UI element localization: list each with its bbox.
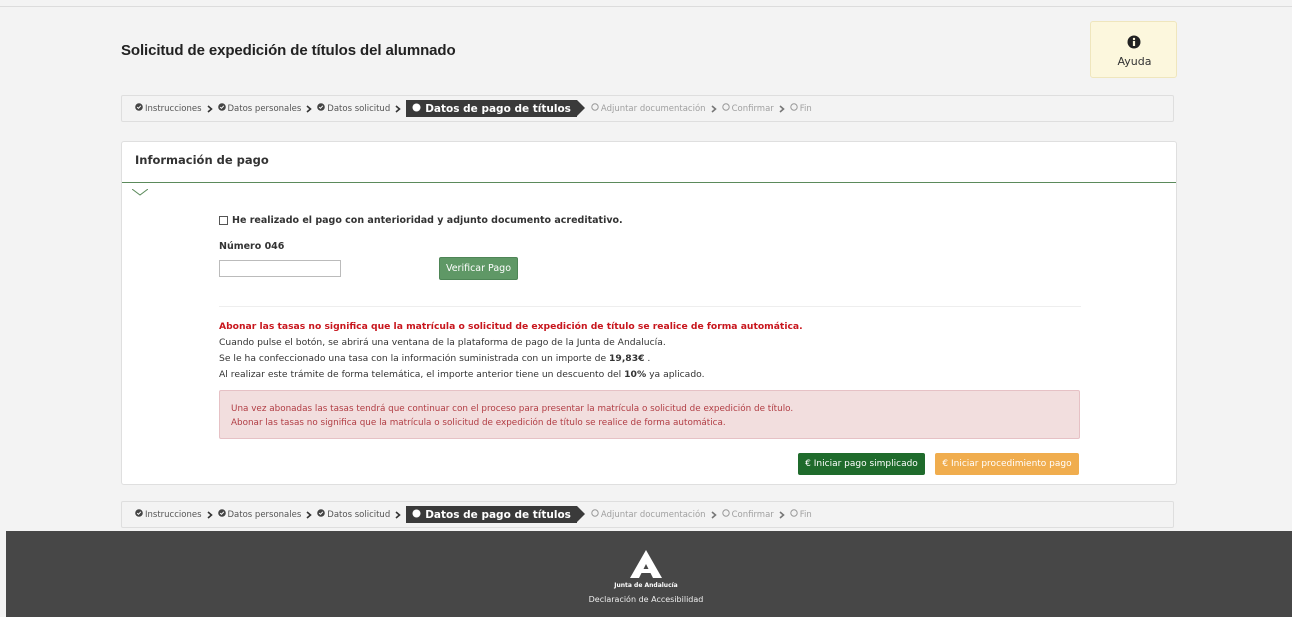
step-label: Confirmar	[731, 509, 774, 520]
junta-andalucia-logo	[629, 549, 663, 583]
panel-notch	[131, 182, 149, 201]
info-icon	[1127, 34, 1141, 53]
chevron-right-icon	[306, 104, 313, 113]
filled-circle-icon	[412, 509, 421, 521]
check-circle-icon	[135, 103, 143, 114]
page-title: Solicitud de expedición de títulos del a…	[121, 42, 456, 59]
step-label: Instrucciones	[145, 509, 202, 520]
amount-text: 19,83€	[609, 353, 645, 364]
start-simplified-payment-button[interactable]: € Iniciar pago simplicado	[798, 453, 925, 475]
step-label: Adjuntar documentación	[600, 509, 706, 520]
step-label: Confirmar	[731, 103, 774, 114]
step-datos-solicitud[interactable]: Datos solicitud	[317, 103, 390, 114]
section-divider	[219, 306, 1081, 307]
help-label: Ayuda	[1117, 55, 1152, 68]
chevron-right-icon	[206, 104, 213, 113]
check-circle-icon	[217, 103, 226, 114]
step-label: Instrucciones	[145, 103, 202, 114]
check-circle-icon	[317, 103, 326, 114]
top-divider	[0, 6, 1292, 7]
accessibility-link[interactable]: Declaración de Accesibilidad	[0, 595, 1292, 604]
discount-text: 10%	[624, 369, 647, 380]
step-adjuntar[interactable]: Adjuntar documentación	[591, 509, 706, 520]
check-circle-icon	[135, 509, 143, 520]
empty-circle-icon	[591, 103, 599, 114]
alert-line-1: Una vez abonadas las tasas tendrá que co…	[231, 404, 794, 414]
step-confirmar[interactable]: Confirmar	[721, 509, 774, 520]
step-instrucciones[interactable]: Instrucciones	[135, 509, 202, 520]
step-label: Datos de pago de títulos	[425, 508, 571, 521]
start-payment-procedure-button[interactable]: € Iniciar procedimiento pago	[935, 453, 1079, 475]
numero-046-input[interactable]	[219, 260, 341, 277]
step-label: Datos personales	[227, 509, 302, 520]
step-confirmar[interactable]: Confirmar	[721, 103, 774, 114]
panel-title: Información de pago	[135, 153, 269, 167]
prior-payment-checkbox[interactable]	[219, 216, 228, 225]
prior-payment-checkbox-row[interactable]: He realizado el pago con anterioridad y …	[219, 215, 623, 226]
filled-circle-icon	[412, 103, 421, 115]
step-fin[interactable]: Fin	[790, 509, 812, 520]
chevron-right-icon	[306, 510, 313, 519]
empty-circle-icon	[790, 509, 798, 520]
step-datos-personales[interactable]: Datos personales	[217, 509, 302, 520]
empty-circle-icon	[721, 103, 730, 114]
step-label: Datos solicitud	[327, 509, 391, 520]
info-line-2: Se le ha confeccionado una tasa con la i…	[219, 353, 650, 364]
step-label: Fin	[799, 509, 812, 520]
empty-circle-icon	[591, 509, 599, 520]
step-datos-pago[interactable]: Datos de pago de títulos	[406, 506, 585, 523]
panel-divider	[122, 182, 1176, 183]
footer-org-name: Junta de Andalucía	[614, 582, 678, 589]
empty-circle-icon	[721, 509, 730, 520]
info-line-3: Al realizar este trámite de forma telemá…	[219, 369, 705, 380]
info-text: .	[644, 353, 651, 364]
chevron-right-icon	[206, 510, 213, 519]
info-text: Se le ha confeccionado una tasa con la i…	[219, 353, 610, 364]
check-circle-icon	[317, 509, 326, 520]
step-label: Datos solicitud	[327, 103, 391, 114]
step-datos-solicitud[interactable]: Datos solicitud	[317, 509, 390, 520]
info-line-1: Cuando pulse el botón, se abrirá una ven…	[219, 337, 666, 348]
step-label: Datos personales	[227, 103, 302, 114]
chevron-right-icon	[711, 510, 717, 519]
step-label: Datos de pago de títulos	[425, 102, 571, 115]
chevron-right-icon	[711, 104, 717, 113]
verify-payment-button[interactable]: Verificar Pago	[439, 257, 518, 280]
chevron-right-icon	[779, 104, 785, 113]
step-fin[interactable]: Fin	[790, 103, 812, 114]
steps-bottom: Instrucciones Datos personales Datos sol…	[121, 501, 1174, 528]
warning-text: Abonar las tasas no significa que la mat…	[219, 321, 803, 332]
chevron-right-icon	[395, 510, 401, 519]
chevron-right-icon	[779, 510, 785, 519]
alert-box: Una vez abonadas las tasas tendrá que co…	[219, 390, 1080, 439]
payment-panel: Información de pago He realizado el pago…	[121, 141, 1177, 485]
empty-circle-icon	[790, 103, 798, 114]
alert-line-2: Abonar las tasas no significa que la mat…	[231, 418, 726, 428]
info-text: Al realizar este trámite de forma telemá…	[219, 369, 625, 380]
step-datos-personales[interactable]: Datos personales	[217, 103, 302, 114]
check-circle-icon	[217, 509, 226, 520]
step-datos-pago[interactable]: Datos de pago de títulos	[406, 100, 585, 117]
numero-046-label: Número 046	[219, 241, 285, 252]
step-adjuntar[interactable]: Adjuntar documentación	[591, 103, 706, 114]
prior-payment-label: He realizado el pago con anterioridad y …	[232, 215, 623, 226]
step-label: Adjuntar documentación	[600, 103, 706, 114]
help-button[interactable]: Ayuda	[1090, 21, 1177, 78]
step-instrucciones[interactable]: Instrucciones	[135, 103, 202, 114]
info-text: ya aplicado.	[646, 369, 705, 380]
steps-top: Instrucciones Datos personales Datos sol…	[121, 95, 1174, 122]
step-label: Fin	[799, 103, 812, 114]
chevron-right-icon	[395, 104, 401, 113]
